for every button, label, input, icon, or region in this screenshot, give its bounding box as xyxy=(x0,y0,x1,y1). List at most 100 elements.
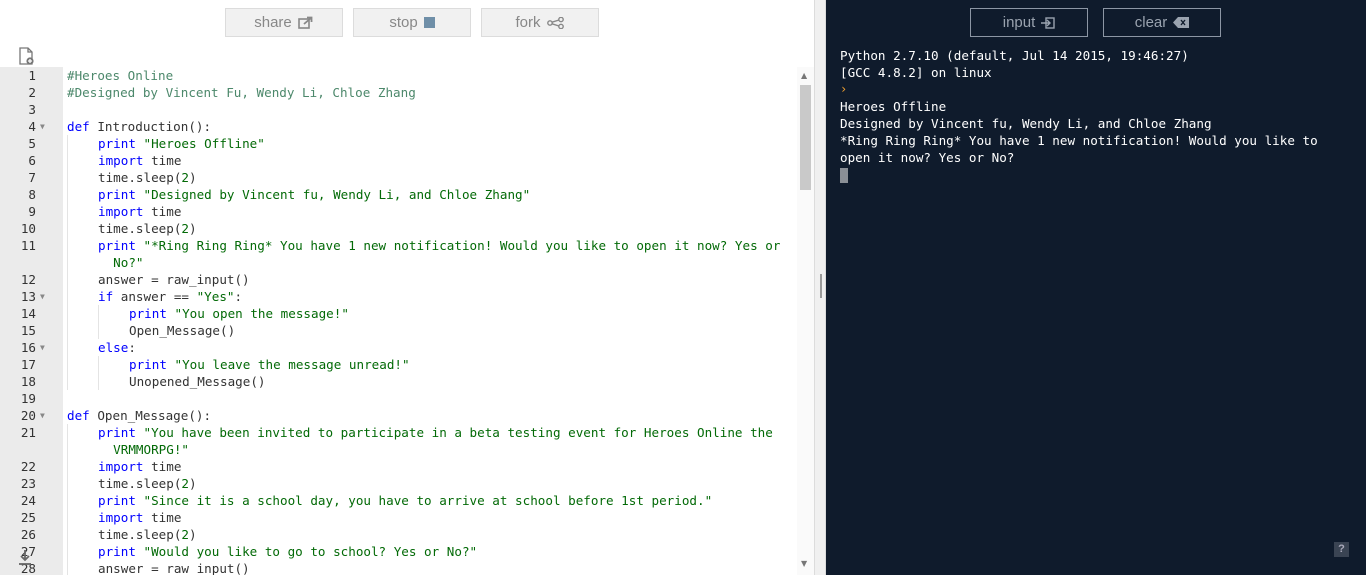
console-output-line: Designed by Vincent fu, Wendy Li, and Ch… xyxy=(840,116,1212,131)
code-text: import time xyxy=(98,152,181,169)
line-number: 3 xyxy=(28,102,36,117)
code-text: answer = raw_input() xyxy=(98,271,250,288)
string-token: 2 xyxy=(181,221,189,236)
line-number: 12 xyxy=(20,272,36,287)
code-token: answer = raw_input() xyxy=(98,272,250,287)
code-text: if answer == "Yes": xyxy=(98,288,242,305)
fold-toggle-icon[interactable]: ▼ xyxy=(40,288,45,305)
clear-button[interactable]: clear xyxy=(1103,8,1221,37)
editor-scrollbar[interactable]: ▲ ▼ xyxy=(797,67,814,575)
indent-guide xyxy=(67,220,68,237)
indent-guide xyxy=(67,475,68,492)
comment-token: #Designed by Vincent Fu, Wendy Li, Chloe… xyxy=(67,85,416,100)
line-number: 4 xyxy=(28,119,36,134)
string-token: "Yes" xyxy=(196,289,235,304)
stop-icon xyxy=(423,17,435,28)
code-text: No?" xyxy=(98,254,143,271)
keyword-token: def xyxy=(67,408,90,423)
stop-label: stop xyxy=(389,14,418,31)
indent-guide xyxy=(67,560,68,575)
input-button[interactable]: input xyxy=(970,8,1088,37)
console-prompt: › xyxy=(840,82,848,96)
indent-guide xyxy=(67,356,68,373)
indent-guide xyxy=(67,169,68,186)
keyword-token: if xyxy=(98,289,114,304)
indent-guide xyxy=(67,135,68,152)
clear-icon xyxy=(1173,17,1190,28)
share-button[interactable]: share xyxy=(225,8,343,37)
code-text: print "Designed by Vincent fu, Wendy Li,… xyxy=(98,186,530,203)
fold-toggle-icon[interactable]: ▼ xyxy=(40,407,45,424)
divider-handle[interactable] xyxy=(820,274,822,298)
line-number: 26 xyxy=(20,527,36,542)
code-text: print "You have been invited to particip… xyxy=(98,424,773,441)
string-token: "You have been invited to participate in… xyxy=(143,425,773,440)
indent-guide xyxy=(67,543,68,560)
string-token: 2 xyxy=(181,527,189,542)
code-token: Introduction(): xyxy=(89,119,212,134)
string-token: "Since it is a school day, you have to a… xyxy=(143,493,713,508)
code-text: time.sleep(2) xyxy=(98,220,197,237)
code-editor[interactable]: 1 #Heroes Online 2 #Designed by Vincent Fu,… xyxy=(0,67,797,575)
share-label: share xyxy=(254,14,292,31)
code-text: import time xyxy=(98,203,181,220)
code-text: #Heroes Online xyxy=(67,67,173,84)
scroll-up-icon[interactable]: ▲ xyxy=(801,71,807,80)
console-output-line: *Ring Ring Ring* You have 1 new notifica… xyxy=(840,133,1326,165)
code-token: time.sleep( xyxy=(98,476,182,491)
scrollbar-thumb[interactable] xyxy=(800,85,811,190)
line-number: 10 xyxy=(20,221,36,236)
input-icon xyxy=(1041,16,1055,29)
code-text: print "Would you like to go to school? Y… xyxy=(98,543,477,560)
indent-guide xyxy=(67,305,68,322)
indent-guide xyxy=(98,305,99,322)
code-text: VRMMORPG!" xyxy=(98,441,189,458)
code-text: time.sleep(2) xyxy=(98,475,197,492)
indent-guide xyxy=(67,526,68,543)
pane-divider[interactable] xyxy=(814,0,826,575)
comment-token: #Heroes Online xyxy=(67,68,174,83)
code-token: ) xyxy=(189,221,197,236)
code-text: answer = raw_input() xyxy=(98,560,250,575)
code-text: print "Since it is a school day, you hav… xyxy=(98,492,712,509)
stop-button[interactable]: stop xyxy=(353,8,471,37)
line-number: 5 xyxy=(28,136,36,151)
code-token: answer = raw_input() xyxy=(98,561,250,575)
editor-pane: share stop fork 1 #Heroes Online 2 #Designe… xyxy=(0,0,818,575)
code-token: answer == xyxy=(113,289,197,304)
code-text: print "You open the message!" xyxy=(129,305,349,322)
fork-button[interactable]: fork xyxy=(481,8,599,37)
code-token: time.sleep( xyxy=(98,221,182,236)
console-input-cursor[interactable] xyxy=(840,168,848,183)
console-output[interactable]: Python 2.7.10 (default, Jul 14 2015, 19:… xyxy=(840,47,1350,187)
string-token: "Would you like to go to school? Yes or … xyxy=(143,544,478,559)
line-number: 8 xyxy=(28,187,36,202)
console-header-line: [GCC 4.8.2] on linux xyxy=(840,65,992,80)
keyword-token: print xyxy=(98,187,136,202)
code-token: time xyxy=(143,459,182,474)
line-number: 20 xyxy=(20,408,36,423)
indent-guide xyxy=(67,186,68,203)
fold-toggle-icon[interactable]: ▼ xyxy=(40,118,45,135)
new-file-icon[interactable] xyxy=(18,47,34,65)
fork-icon xyxy=(546,16,564,29)
indent-guide xyxy=(67,492,68,509)
keyword-token: import xyxy=(98,204,144,219)
download-icon[interactable] xyxy=(17,548,33,566)
string-token: "You leave the message unread!" xyxy=(174,357,410,372)
console-header-line: Python 2.7.10 (default, Jul 14 2015, 19:… xyxy=(840,48,1189,63)
fork-label: fork xyxy=(515,14,541,31)
scroll-down-icon[interactable]: ▼ xyxy=(801,559,807,568)
code-text: print "You leave the message unread!" xyxy=(129,356,410,373)
help-icon[interactable]: ? xyxy=(1334,542,1349,557)
code-token: time xyxy=(143,510,182,525)
input-label: input xyxy=(1002,14,1036,31)
code-text: print "*Ring Ring Ring* You have 1 new n… xyxy=(98,237,780,254)
code-text: def Introduction(): xyxy=(67,118,211,135)
code-token: : xyxy=(234,289,243,304)
indent-guide xyxy=(67,288,68,305)
fold-toggle-icon[interactable]: ▼ xyxy=(40,339,45,356)
